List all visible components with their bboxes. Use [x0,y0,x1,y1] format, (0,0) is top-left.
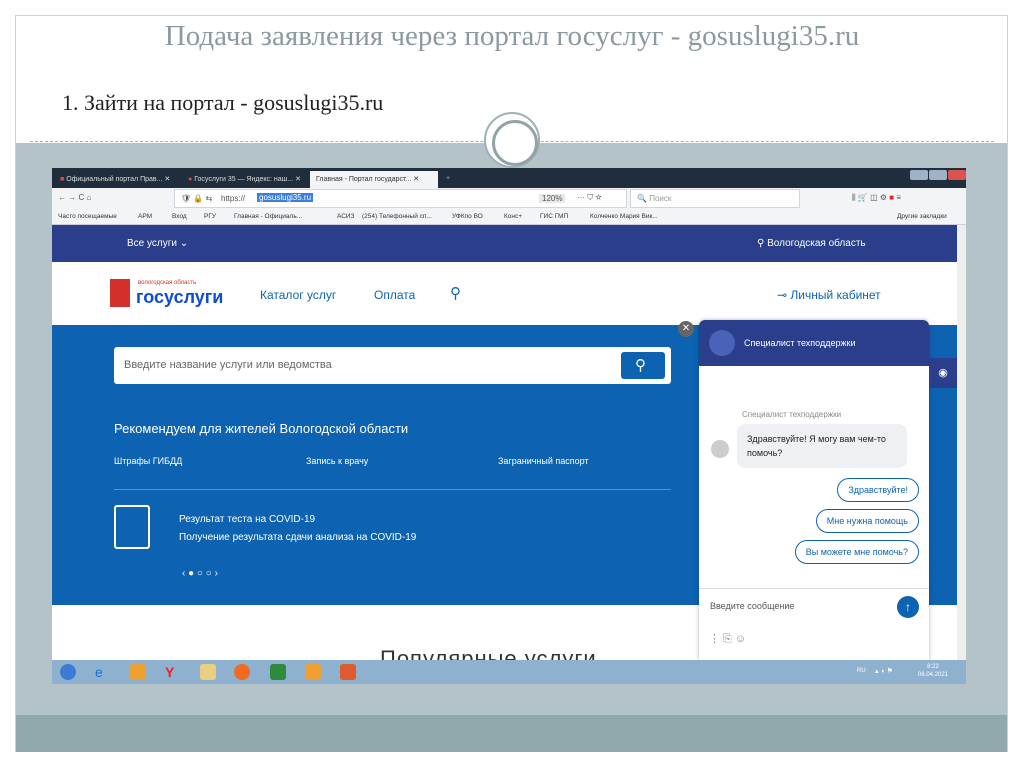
zoom-level[interactable]: 120% [539,194,566,203]
close-button[interactable] [948,170,966,180]
app-icon[interactable] [305,664,321,680]
url-selected: gosuslugi35.ru [257,193,314,202]
language-indicator[interactable]: RU [857,668,866,674]
service-search-input[interactable]: Введите название услуги или ведомства ⚲ [114,347,671,384]
carousel-controls[interactable]: ‹ ● ○ ○ › [182,568,218,579]
send-button[interactable]: ↑ [897,596,919,618]
covid-title[interactable]: Результат теста на COVID-19 [179,514,315,525]
support-chat: Специалист техподдержки Специалист техпо… [699,320,929,660]
maximize-button[interactable] [929,170,947,180]
bookmarks-bar: Часто посещаемые АРМ Вход РГУ Главная - … [52,210,966,225]
recommend-link[interactable]: Штрафы ГИБДД [114,456,182,466]
search-icon[interactable]: ⚲ [450,284,461,302]
bookmark[interactable]: Главная - Официаль... [234,213,302,220]
quick-reply-button[interactable]: Мне нужна помощь [815,509,919,533]
circle-ornament [484,112,540,168]
bookmark[interactable]: Часто посещаемые [58,213,117,220]
avatar [709,330,735,356]
firefox-icon[interactable] [234,664,250,680]
tray-icons[interactable]: ▴ ◖ ⚑ [875,667,893,675]
bookmark[interactable]: (254) Телефонный сп... [362,213,432,220]
nav-bar: ← → C ⌂ 🛡 🔒 ⇆ https:// gosuslugi35.ru 12… [52,188,966,210]
tab-3-active[interactable]: Главная - Портал государст... ✕ [310,171,438,188]
scrollbar[interactable] [957,225,966,660]
other-bookmarks[interactable]: Другие закладки [897,213,947,220]
chat-input[interactable]: Введите сообщение [710,601,794,611]
bookmark[interactable]: УФКпо ВО [452,213,483,220]
chat-message: Здравствуйте! Я могу вам чем-то помочь? [737,424,907,468]
bookmark[interactable]: Конс+ [504,213,522,220]
site-header: вологодская область госуслуги Каталог ус… [52,262,957,325]
close-chat-icon[interactable]: ✕ [678,321,694,337]
search-button[interactable]: ⚲ [621,352,665,379]
bookmark[interactable]: ГИС ГМП [540,213,568,220]
search-field[interactable]: 🔍 Поиск [630,189,800,208]
eye-icon[interactable]: ◉ [929,358,957,388]
region-selector[interactable]: ⚲ Вологодская область [757,238,866,249]
chat-tools-icons[interactable]: ⋮ ⎘ ☺ [709,632,746,646]
tab-1[interactable]: ■ Официальный портал Прав... ✕ [54,171,176,188]
clock[interactable]: 8:22 06.04.2021 [918,663,948,679]
toolbar-icons[interactable]: ⫼ 🛒 ◫ ⚙ ■ ≡ [852,193,901,203]
url-bar[interactable]: 🛡 🔒 ⇆ https:// gosuslugi35.ru 120% ··· ⛉… [174,189,627,208]
nav-catalog[interactable]: Каталог услуг [260,288,336,302]
slide-title: Подача заявления через портал госуслуг -… [164,20,860,52]
browser-screenshot: ■ Официальный портал Прав... ✕ ● Госуслу… [52,168,966,684]
media-icon[interactable] [130,664,146,680]
minimize-button[interactable] [910,170,928,180]
bookmark[interactable]: Колченко Мария Вик... [590,213,658,220]
bookmark[interactable]: РГУ [204,213,216,220]
bookmark[interactable]: АРМ [138,213,152,220]
back-forward-reload-home-icons[interactable]: ← → C ⌂ [58,193,91,202]
all-services-menu[interactable]: Все услуги ⌄ [127,238,188,249]
slide-step: 1. Зайти на портал - gosuslugi35.ru [62,90,384,115]
powerpoint-icon[interactable] [340,664,356,680]
yandex-icon[interactable]: Y [165,664,181,680]
covid-subtitle: Получение результата сдачи анализа на CO… [179,532,417,543]
site-top-bar: Все услуги ⌄ ⚲ Вологодская область [52,225,957,262]
excel-icon[interactable] [270,664,286,680]
avatar [711,440,729,458]
bookmark[interactable]: Вход [172,213,187,220]
recommend-link[interactable]: Заграничный паспорт [498,456,589,466]
tab-2[interactable]: ● Госуслуги 35 — Яндекс: наш... ✕ [182,171,306,188]
recommend-title: Рекомендуем для жителей Вологодской обла… [114,421,409,436]
divider [114,489,671,490]
personal-cabinet-link[interactable]: ⊸ Личный кабинет [777,288,881,302]
quick-reply-button[interactable]: Вы можете мне помочь? [794,540,919,564]
recommend-link[interactable]: Запись к врачу [306,456,368,466]
tab-bar: ■ Официальный портал Прав... ✕ ● Госуслу… [52,168,966,188]
search-icon: ⚲ [635,357,646,374]
quick-reply-button[interactable]: Здравствуйте! [837,478,919,502]
new-tab-button[interactable]: + [440,171,456,188]
logo[interactable]: госуслуги [136,287,223,308]
logo-emblem [110,279,130,307]
start-button[interactable] [60,664,76,680]
bookmark[interactable]: АСИЗ [337,213,355,220]
folder-icon[interactable] [200,664,216,680]
ie-icon[interactable]: e [95,664,111,680]
page-actions-icons[interactable]: ··· ⛉ ☆ [577,193,602,203]
taskbar: e Y RU ▴ ◖ ⚑ 8:22 06.04.2021 [52,660,966,684]
nav-payment[interactable]: Оплата [374,288,415,302]
bottom-bar [16,715,1007,752]
document-shield-icon [114,505,150,549]
chat-title: Специалист техподдержки [744,338,856,348]
